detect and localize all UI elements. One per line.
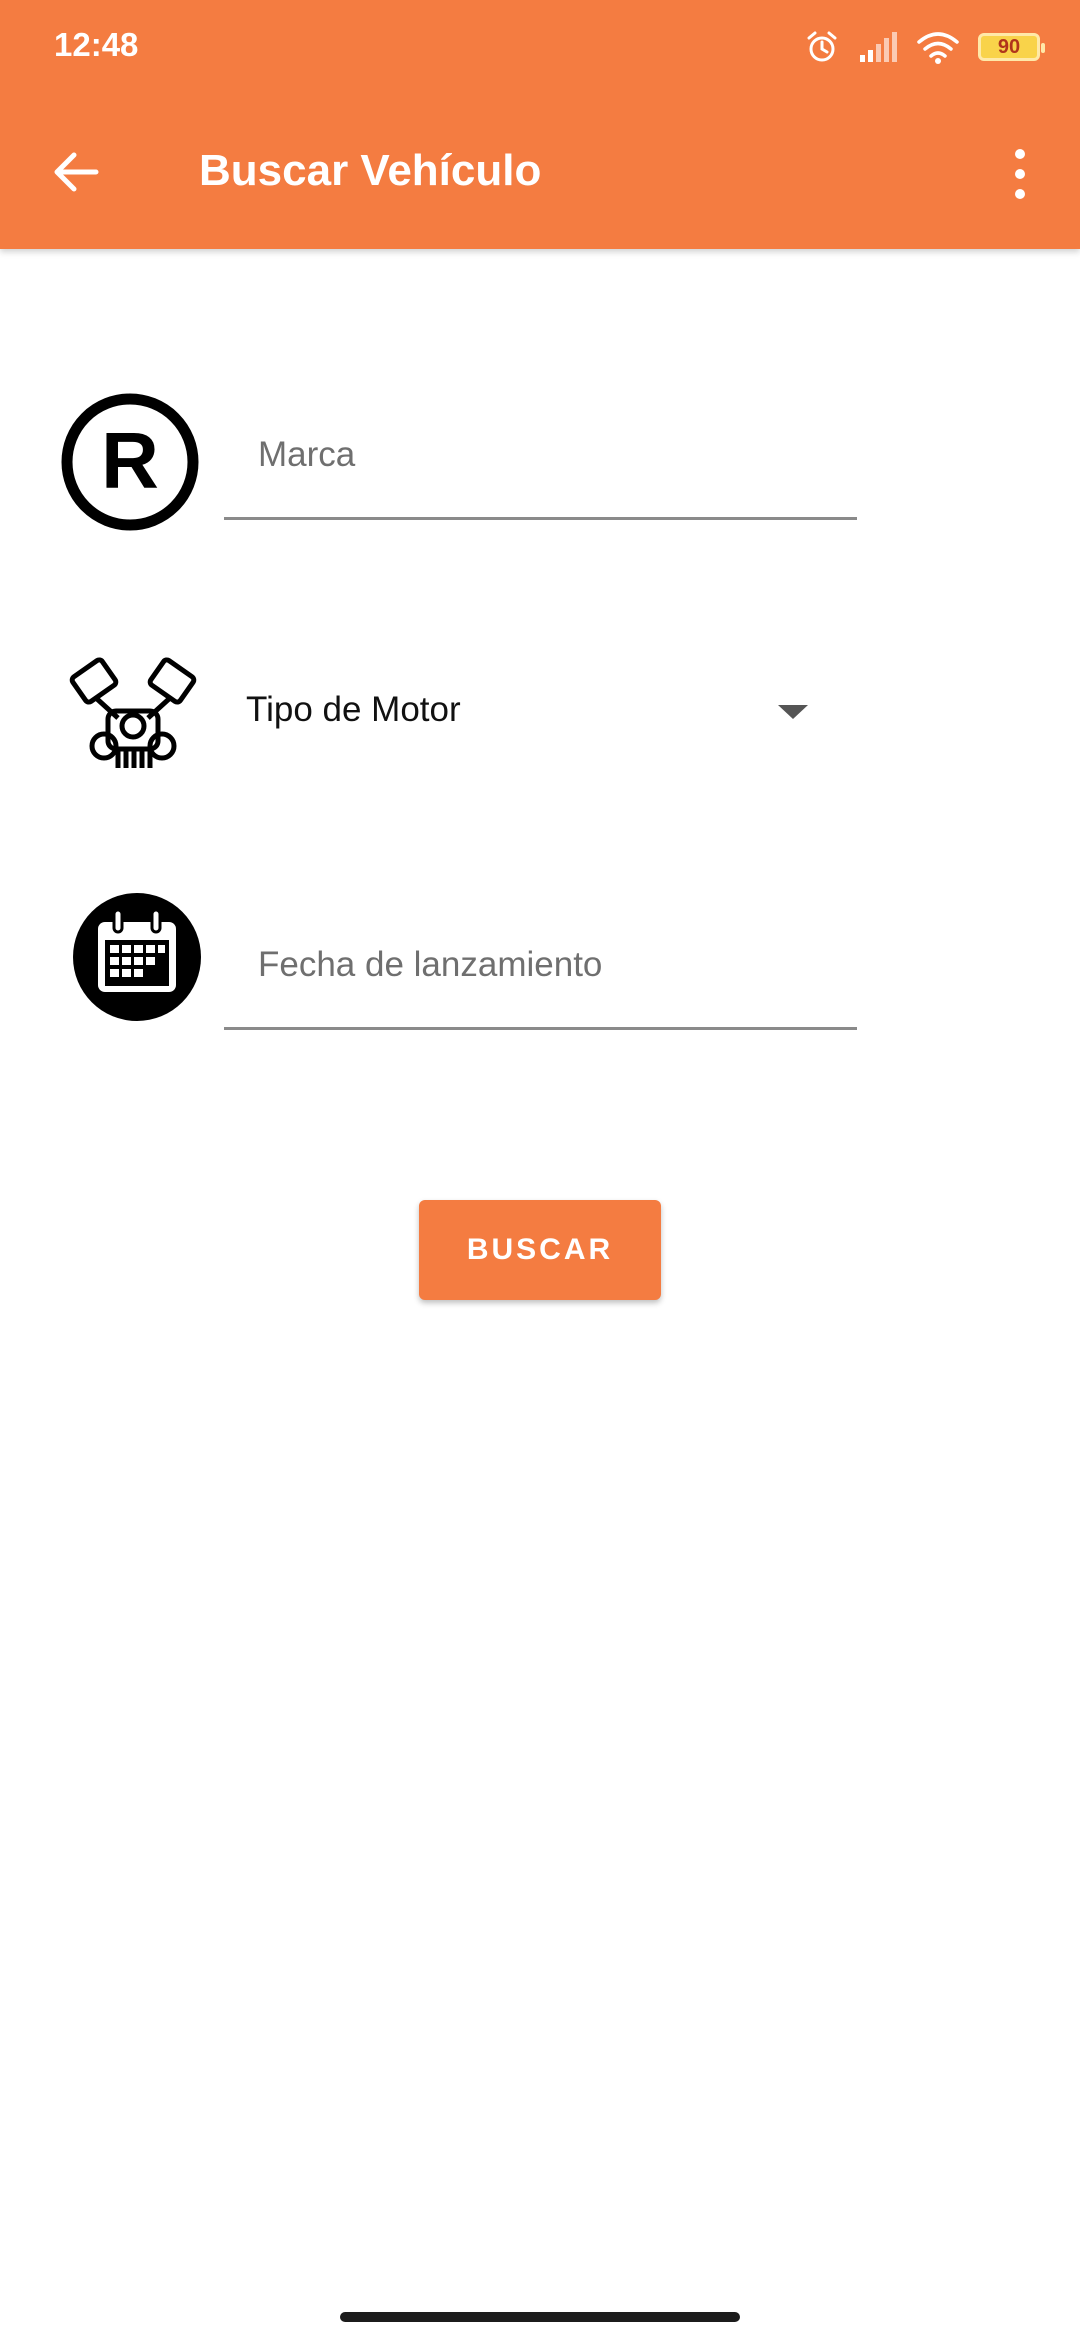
marca-underline: [224, 517, 857, 520]
registered-icon: R: [61, 393, 199, 531]
dropdown-arrow-icon: [778, 705, 808, 719]
signal-icon: [860, 32, 897, 62]
engine-icon: [69, 657, 197, 768]
marca-input[interactable]: [224, 392, 857, 517]
fecha-field: [224, 902, 857, 1032]
wifi-icon: [917, 32, 959, 64]
marca-field: [224, 392, 857, 522]
app-bar: 12:48 90 Buscar Vehículo: [0, 0, 1080, 249]
battery-icon: 90: [978, 33, 1045, 61]
svg-text:R: R: [101, 416, 159, 505]
tipo-motor-selected: Tipo de Motor: [246, 690, 461, 729]
navigation-pill[interactable]: [340, 2312, 740, 2322]
status-time: 12:48: [54, 26, 139, 63]
more-vert-icon[interactable]: [1000, 146, 1040, 202]
back-arrow-icon[interactable]: [46, 142, 106, 202]
page-title: Buscar Vehículo: [199, 146, 542, 195]
battery-level: 90: [997, 35, 1021, 58]
calendar-icon: [73, 893, 201, 1021]
fecha-underline: [224, 1027, 857, 1030]
status-icons: 90: [804, 24, 1045, 70]
buscar-button[interactable]: BUSCAR: [419, 1200, 661, 1300]
alarm-icon: [807, 31, 837, 62]
fecha-input[interactable]: [224, 902, 857, 1027]
tipo-motor-spinner[interactable]: Tipo de Motor: [224, 660, 824, 760]
